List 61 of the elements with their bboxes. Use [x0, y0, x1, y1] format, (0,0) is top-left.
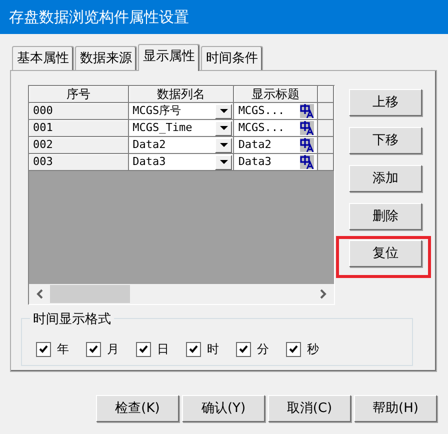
- table-cell-text: MCGS...: [238, 120, 285, 136]
- action-button[interactable]: 添加: [349, 165, 422, 192]
- column-header: 显示标题: [234, 86, 318, 103]
- dialog-button[interactable]: 帮助(H): [354, 395, 437, 422]
- checkmark-icon: [139, 345, 148, 353]
- checkmark-icon: [39, 345, 48, 353]
- action-button[interactable]: 下移: [349, 127, 422, 154]
- dropdown-value: Data3: [132, 154, 166, 170]
- table-cell: 002: [29, 137, 129, 154]
- tab[interactable]: 基本属性: [12, 46, 74, 70]
- dialog-button[interactable]: 确认(Y): [182, 395, 265, 422]
- dropdown-value: Data2: [132, 136, 166, 153]
- column-header: 序号: [29, 86, 129, 103]
- checkbox[interactable]: [36, 342, 51, 356]
- dropdown-value: MCGS序号: [132, 102, 182, 119]
- column-header: 数据列名: [128, 86, 234, 103]
- checkbox-label: 分: [257, 341, 269, 358]
- window-title: 存盘数据浏览构件属性设置: [0, 0, 448, 34]
- action-button[interactable]: 复位: [349, 240, 422, 267]
- horizontal-scrollbar[interactable]: [29, 284, 334, 304]
- checkbox[interactable]: [186, 342, 201, 356]
- dropdown-button[interactable]: [215, 138, 232, 152]
- table-cell-text: Data2: [238, 136, 272, 153]
- caret-icon: [220, 108, 228, 114]
- checkbox[interactable]: [236, 342, 251, 356]
- checkmark-icon: [289, 345, 298, 353]
- table-cell-text: Data3: [238, 154, 272, 170]
- dropdown-value: MCGS_Time: [132, 120, 192, 136]
- checkbox[interactable]: [136, 342, 151, 356]
- action-button[interactable]: 删除: [349, 203, 422, 230]
- dialog-button[interactable]: 检查(K): [96, 395, 179, 422]
- table-cell: 000: [29, 103, 129, 120]
- checkmark-icon: [89, 345, 98, 353]
- checkbox[interactable]: [86, 342, 101, 356]
- tab[interactable]: 显示属性: [138, 44, 200, 71]
- font-icon[interactable]: [300, 155, 314, 169]
- tab[interactable]: 数据来源: [75, 46, 137, 70]
- checkbox-label: 日: [157, 341, 169, 358]
- caret-icon: [220, 126, 228, 130]
- checkmark-icon: [189, 345, 198, 353]
- dropdown-button[interactable]: [215, 154, 232, 170]
- table-cell-text: MCGS...: [238, 102, 285, 119]
- checkmark-icon: [239, 345, 248, 353]
- dropdown-button[interactable]: [215, 104, 232, 118]
- checkbox[interactable]: [286, 342, 301, 356]
- font-icon[interactable]: [300, 104, 314, 118]
- checkbox-label: 时: [207, 341, 219, 358]
- checkbox-label: 年: [57, 341, 69, 358]
- font-icon[interactable]: [300, 138, 314, 152]
- caret-icon: [220, 142, 228, 148]
- table-cell: 003: [29, 154, 129, 171]
- scrollbar-thumb[interactable]: [50, 285, 130, 303]
- caret-icon: [220, 160, 228, 164]
- font-icon[interactable]: [300, 121, 314, 135]
- tab[interactable]: 时间条件: [201, 46, 263, 70]
- dropdown-button[interactable]: [215, 120, 232, 136]
- checkbox-label: 秒: [307, 341, 319, 358]
- table-cell: 001: [29, 120, 129, 137]
- dialog-button[interactable]: 取消(C): [268, 395, 351, 422]
- checkbox-label: 月: [107, 341, 119, 358]
- action-button[interactable]: 上移: [349, 89, 422, 116]
